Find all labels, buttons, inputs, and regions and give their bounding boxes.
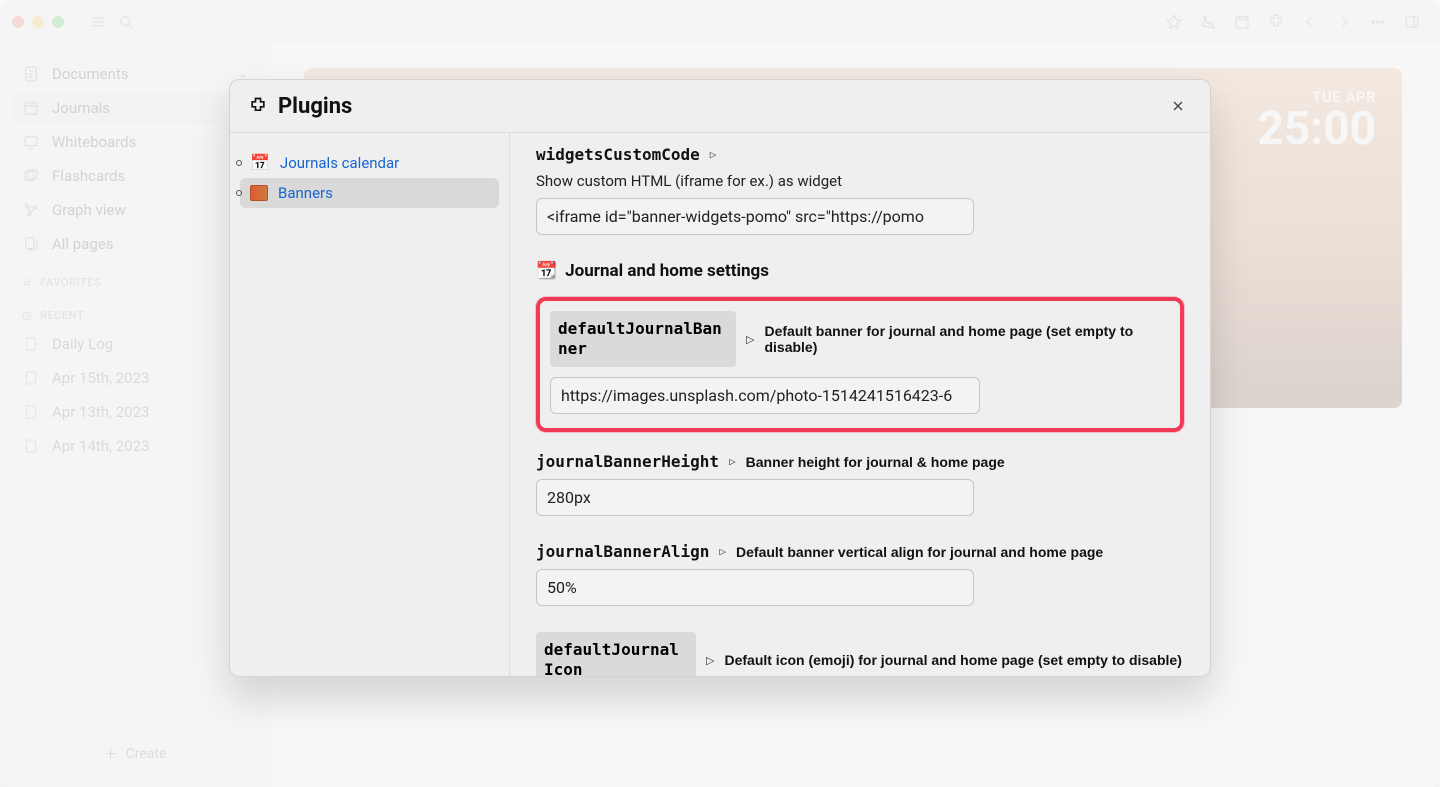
plugin-list: 📅 Journals calendar Banners — [230, 133, 510, 676]
disclosure-icon[interactable]: ▷ — [719, 545, 726, 558]
setting-journal-banner-align: journalBannerAlign ▷ Default banner vert… — [536, 542, 1184, 606]
disclosure-icon[interactable]: ▷ — [706, 654, 714, 667]
setting-subtitle: Banner height for journal & home page — [746, 454, 1005, 470]
plugin-settings-panel[interactable]: widgetsCustomCode ▷ Show custom HTML (if… — [510, 133, 1210, 676]
calendar-emoji-icon: 📆 — [536, 261, 557, 281]
bullet-icon — [236, 160, 242, 166]
banner-swatch-icon — [250, 185, 268, 201]
setting-key: journalBannerHeight — [536, 452, 719, 471]
close-button[interactable] — [1164, 92, 1192, 120]
setting-subtitle: Default icon (emoji) for journal and hom… — [724, 652, 1184, 668]
setting-key: defaultJournalIcon — [536, 632, 696, 676]
plugin-item-journals-calendar[interactable]: 📅 Journals calendar — [240, 147, 499, 178]
bullet-icon — [236, 190, 242, 196]
setting-key: widgetsCustomCode — [536, 145, 700, 164]
setting-default-journal-banner-highlight: defaultJournalBanner ▷ Default banner fo… — [536, 297, 1184, 432]
disclosure-icon[interactable]: ▷ — [729, 455, 736, 468]
setting-key: journalBannerAlign — [536, 542, 709, 561]
disclosure-icon[interactable]: ▷ — [746, 333, 754, 346]
plugin-item-banners[interactable]: Banners — [240, 178, 499, 208]
setting-widgets-custom-code: widgetsCustomCode ▷ Show custom HTML (if… — [536, 145, 1184, 235]
calendar-emoji-icon: 📅 — [250, 153, 270, 172]
plugin-item-label: Journals calendar — [280, 154, 399, 172]
modal-header: Plugins — [230, 80, 1210, 133]
disclosure-icon[interactable]: ▷ — [710, 148, 717, 161]
close-icon — [1170, 98, 1186, 114]
setting-description: Show custom HTML (iframe for ex.) as wid… — [536, 172, 1184, 190]
default-journal-banner-input[interactable] — [550, 377, 980, 414]
puzzle-icon — [248, 96, 268, 116]
plugins-modal: Plugins 📅 Journals calendar Banners — [229, 79, 1211, 677]
journal-banner-height-input[interactable] — [536, 479, 974, 516]
section-title: Journal and home settings — [565, 261, 769, 281]
setting-key: defaultJournalBanner — [550, 311, 736, 367]
setting-journal-banner-height: journalBannerHeight ▷ Banner height for … — [536, 452, 1184, 516]
journal-banner-align-input[interactable] — [536, 569, 974, 606]
section-journal-home: 📆 Journal and home settings — [536, 261, 1184, 281]
setting-subtitle: Default banner vertical align for journa… — [736, 544, 1103, 560]
widgets-code-input[interactable] — [536, 198, 974, 235]
setting-subtitle: Default banner for journal and home page… — [764, 323, 1170, 355]
setting-default-journal-icon: defaultJournalIcon ▷ Default icon (emoji… — [536, 632, 1184, 676]
app-window: TUE APR 25:00 Documents ⌄ Journals White… — [0, 0, 1440, 787]
plugin-item-label: Banners — [278, 184, 333, 202]
modal-title: Plugins — [278, 94, 352, 119]
